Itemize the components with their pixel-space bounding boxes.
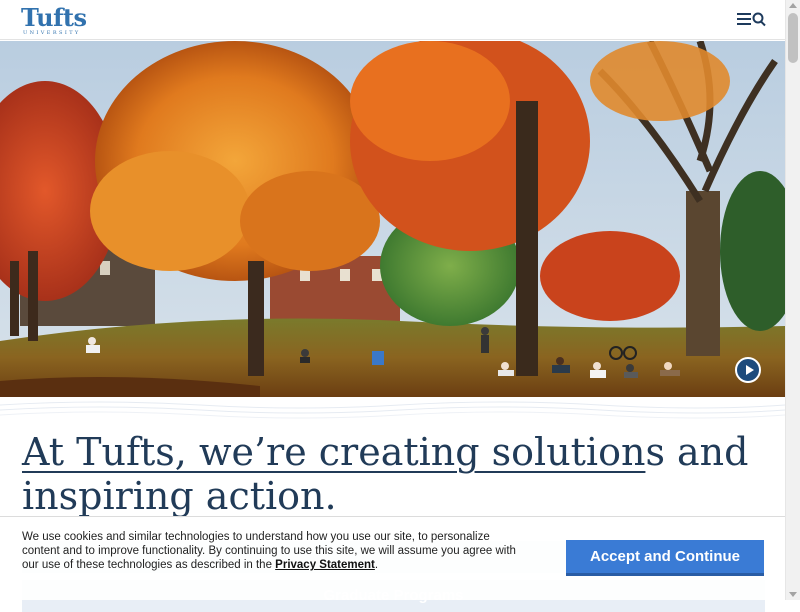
logo-subtitle: UNIVERSITY <box>23 30 81 36</box>
video-play-button[interactable] <box>735 357 761 383</box>
logo-wordmark: Tufts <box>21 3 87 32</box>
scroll-thumb[interactable] <box>788 13 798 63</box>
headline-link[interactable]: At Tufts, we’re creating solution <box>22 430 645 474</box>
page-scrollbar[interactable] <box>785 0 800 600</box>
cookie-message: We use cookies and similar technologies … <box>22 530 527 572</box>
menu-search-icon <box>737 12 766 27</box>
play-icon <box>746 365 754 375</box>
hero-campus-image <box>0 41 785 397</box>
wave-pattern-divider <box>0 401 785 419</box>
cookie-message-suffix: . <box>374 559 379 571</box>
tufts-logo[interactable]: Tufts UNIVERSITY <box>21 3 87 37</box>
cookie-banner: We use cookies and similar technologies … <box>0 516 785 600</box>
accept-and-continue-button[interactable]: Accept and Continue <box>566 540 764 576</box>
campus-photo <box>0 41 785 397</box>
page-headline: At Tufts, we’re creating solutions and i… <box>22 430 772 518</box>
privacy-statement-link[interactable]: Privacy Statement <box>275 559 375 571</box>
site-header: Tufts UNIVERSITY <box>0 0 785 40</box>
cookie-message-text: We use cookies and similar technologies … <box>22 531 516 571</box>
scroll-down-arrow-icon[interactable] <box>789 592 797 597</box>
scroll-up-arrow-icon[interactable] <box>789 3 797 8</box>
menu-search-button[interactable] <box>735 10 767 30</box>
